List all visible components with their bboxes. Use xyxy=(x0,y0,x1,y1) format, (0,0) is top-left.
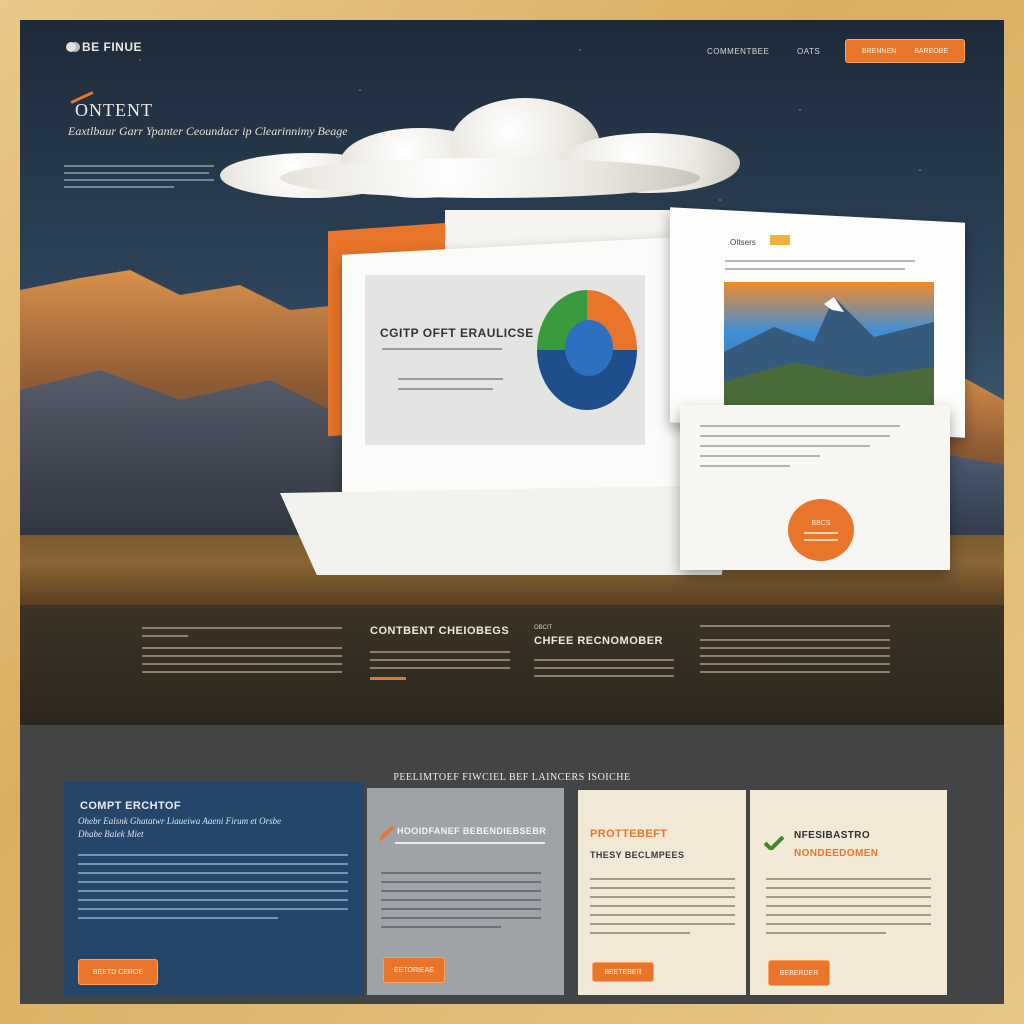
hero-title-text: ONTENT xyxy=(75,100,153,120)
feature-col-4 xyxy=(700,625,890,673)
feature-col-3-title: CHFEE RECNOMOBER xyxy=(534,635,664,647)
card-2: HOOIDFANEF BEBENDIEBSEBR EETORIEAE xyxy=(367,788,564,995)
hero-title: ONTENT xyxy=(70,91,153,121)
card-3-title: PROTTEBEFT xyxy=(590,828,668,840)
card-1-subtitle: Ohebr Ealsnk Ghatatwr Liaueiwa Aaeni Fir… xyxy=(78,816,282,826)
nav-cta-button[interactable]: BRENNEN BAREOBE xyxy=(845,39,965,63)
pie-chart-icon xyxy=(537,290,637,410)
logo-icon xyxy=(66,42,76,52)
card-3-subtitle: THESY BECLMPEES xyxy=(590,850,685,860)
nav-cta-label-2: BAREOBE xyxy=(914,47,949,55)
pen-icon xyxy=(379,826,394,842)
landing-page: BE FINUE COMMENTBEE OATS BRENNEN BAREOBE… xyxy=(20,20,1004,1004)
card-2-body xyxy=(381,872,541,935)
mockup-text-line xyxy=(382,348,502,350)
feature-col-3-label: OBCIT xyxy=(534,625,553,631)
feature-col-2-title: CONTBENT CHEIOBEGS xyxy=(370,625,510,637)
card-4-title: NFESIBASTRO xyxy=(794,830,871,841)
nav-cta-label-1: BRENNEN xyxy=(861,47,897,55)
card-3-button[interactable]: BEETEBER xyxy=(592,962,654,982)
mockup-text-line xyxy=(398,388,493,390)
mockup-panel-title: CGITP OFFT ERAULICSE xyxy=(380,326,534,340)
card-1-body xyxy=(78,854,348,926)
card-4-subtitle: NONDEEDOMEN xyxy=(794,848,879,859)
orange-badge[interactable]: BBCS xyxy=(788,499,854,561)
feature-col-1 xyxy=(142,625,342,673)
mockup-right-text xyxy=(725,260,915,276)
feature-col-3: OBCIT CHFEE RECNOMOBER xyxy=(534,625,684,677)
mountain-photo xyxy=(724,282,934,407)
card-2-button[interactable]: EETORIEAE xyxy=(383,957,445,983)
card-1-button[interactable]: BEETD CEROE xyxy=(78,959,158,985)
hero-section: BE FINUE COMMENTBEE OATS BRENNEN BAREOBE… xyxy=(20,20,1004,605)
mockup-right-accent xyxy=(770,235,790,245)
check-icon xyxy=(764,836,784,850)
mockup-bottom-text xyxy=(700,425,900,475)
card-4: NFESIBASTRO NONDEEDOMEN BEBERDER xyxy=(750,790,947,995)
card-1: COMPT ERCHTOF Ohebr Ealsnk Ghatatwr Liau… xyxy=(64,782,364,995)
brand-logo[interactable]: BE FINUE xyxy=(66,40,142,54)
brand-name: BE FINUE xyxy=(82,40,143,54)
card-3: PROTTEBEFT THESY BECLMPEES BEETEBER xyxy=(578,790,746,995)
card-4-body xyxy=(766,878,931,941)
card-2-title: HOOIDFANEF BEBENDIEBSEBR xyxy=(397,826,547,836)
card-1-subtitle-2: Dhabe Balek Miet xyxy=(78,829,144,839)
nav-link-comment[interactable]: COMMENTBEE xyxy=(707,47,769,56)
card-1-title: COMPT ERCHTOF xyxy=(80,800,181,812)
feature-col-2-accent xyxy=(370,677,406,680)
nav-link-oats[interactable]: OATS xyxy=(797,47,820,56)
mockup-text-line xyxy=(398,378,503,380)
hero-subtitle: Eaxtlbaur Garr Ypanter Ceoundacr ip Clea… xyxy=(68,124,348,138)
cloud-illustration xyxy=(220,98,740,208)
card-2-subtitle-lines xyxy=(395,842,545,851)
top-nav: BE FINUE COMMENTBEE OATS BRENNEN BAREOBE xyxy=(20,20,1004,90)
card-4-button[interactable]: BEBERDER xyxy=(768,960,830,986)
mockup-right-label: OItsers xyxy=(730,238,756,247)
badge-label: BBCS xyxy=(811,519,831,527)
feature-col-2: CONTBENT CHEIOBEGS xyxy=(370,625,530,680)
hero-body-text xyxy=(64,165,216,193)
card-3-body xyxy=(590,878,735,941)
